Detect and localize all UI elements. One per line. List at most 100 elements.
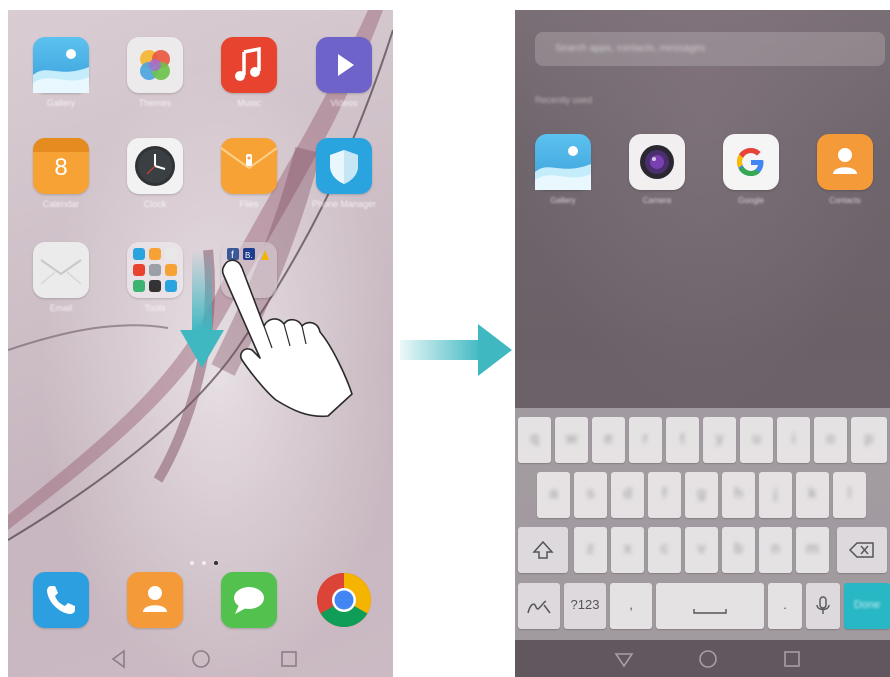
space-key[interactable] [656, 583, 764, 629]
app-label: Music [237, 98, 261, 108]
app-label: Google [738, 196, 764, 205]
key-f[interactable]: f [648, 472, 681, 518]
app-videos[interactable]: Videos [304, 37, 384, 108]
home-icon[interactable] [190, 648, 212, 670]
key-e[interactable]: e [592, 417, 625, 463]
app-label: Calendar [42, 199, 80, 209]
key-j[interactable]: j [759, 472, 792, 518]
recents-icon[interactable] [781, 648, 803, 670]
envelope-icon [33, 242, 89, 298]
key-c[interactable]: c [648, 527, 681, 573]
key-a[interactable]: a [537, 472, 570, 518]
calendar-icon: 8 [33, 138, 89, 194]
app-music[interactable]: Music [209, 37, 289, 108]
app-label: Contacts [829, 196, 861, 205]
app-clock[interactable]: Clock [115, 138, 195, 209]
calendar-header [33, 138, 89, 152]
calendar-date: 8 [54, 154, 68, 181]
key-label: o [826, 430, 835, 447]
handwriting-key[interactable] [518, 583, 560, 629]
swipe-down-gesture [180, 250, 353, 418]
shift-key[interactable] [518, 527, 568, 573]
recent-app-google[interactable]: Google [711, 134, 791, 205]
app-label: Gallery [550, 196, 576, 205]
key-b[interactable]: b [722, 527, 755, 573]
folder-icon [220, 138, 278, 194]
key-z[interactable]: z [574, 527, 607, 573]
key-n[interactable]: n [759, 527, 792, 573]
key-r[interactable]: r [629, 417, 662, 463]
key-h[interactable]: h [722, 472, 755, 518]
key-x[interactable]: x [611, 527, 644, 573]
app-themes[interactable]: Themes [115, 37, 195, 108]
key-w[interactable]: w [555, 417, 588, 463]
music-note-icon [221, 37, 277, 93]
gallery-icon [33, 37, 89, 93]
key-i[interactable]: i [777, 417, 810, 463]
key-label: e [604, 430, 613, 447]
page-dot[interactable] [190, 561, 194, 565]
key-v[interactable]: v [685, 527, 718, 573]
contact-person-icon [817, 134, 873, 190]
key-label: t [680, 430, 685, 447]
key-g[interactable]: g [685, 472, 718, 518]
app-files[interactable]: Files [209, 138, 289, 209]
search-placeholder: Search apps, contacts, messages [555, 43, 706, 54]
search-screen: Search apps, contacts, messages Recently… [515, 10, 890, 677]
symbols-key[interactable]: ?123 [564, 583, 606, 629]
comma-label: , [629, 597, 633, 612]
app-label: Videos [330, 98, 358, 108]
navigation-bar [8, 640, 393, 677]
voice-input-key[interactable] [806, 583, 840, 629]
app-phone-manager[interactable]: Phone Manager [304, 138, 384, 209]
key-label: b [734, 540, 743, 557]
dock-messages[interactable] [209, 572, 289, 628]
phone-icon [33, 572, 89, 628]
keyboard-hide-icon[interactable] [613, 648, 635, 670]
app-email[interactable]: Email [21, 242, 101, 313]
key-q[interactable]: q [518, 417, 551, 463]
key-u[interactable]: u [740, 417, 773, 463]
backspace-key[interactable] [837, 527, 887, 573]
key-label: p [864, 430, 874, 447]
home-icon[interactable] [697, 648, 719, 670]
key-label: v [697, 540, 706, 557]
key-t[interactable]: t [666, 417, 699, 463]
key-label: l [847, 485, 852, 502]
key-m[interactable]: m [796, 527, 829, 573]
app-label: Email [49, 303, 73, 313]
dock-contacts[interactable] [115, 572, 195, 628]
dock-phone[interactable] [21, 572, 101, 628]
chat-bubble-icon [221, 572, 277, 628]
app-calendar[interactable]: 8 Calendar [21, 138, 101, 209]
app-label: Camera [642, 196, 672, 205]
comma-key[interactable]: , [610, 583, 652, 629]
recent-app-contacts[interactable]: Contacts [805, 134, 885, 205]
app-gallery[interactable]: Gallery [21, 37, 101, 108]
key-p[interactable]: p [851, 417, 887, 463]
camera-lens-icon [629, 134, 685, 190]
key-label: z [586, 540, 595, 557]
dock-chrome[interactable] [304, 572, 384, 628]
app-label: Gallery [46, 98, 76, 108]
search-input[interactable]: Search apps, contacts, messages [535, 32, 885, 66]
key-s[interactable]: s [574, 472, 607, 518]
key-y[interactable]: y [703, 417, 736, 463]
key-l[interactable]: l [833, 472, 866, 518]
page-dot[interactable] [202, 561, 206, 565]
period-key[interactable]: . [768, 583, 802, 629]
backspace-icon [848, 542, 874, 558]
key-label: f [662, 485, 667, 502]
recents-icon[interactable] [278, 648, 300, 670]
key-k[interactable]: k [796, 472, 829, 518]
recent-app-camera[interactable]: Camera [617, 134, 697, 205]
key-d[interactable]: d [611, 472, 644, 518]
back-icon[interactable] [108, 648, 130, 670]
key-o[interactable]: o [814, 417, 847, 463]
chrome-icon [316, 572, 372, 628]
page-dot-active[interactable] [214, 561, 218, 565]
play-icon [316, 37, 372, 93]
recent-app-gallery[interactable]: Gallery [523, 134, 603, 205]
key-label: k [808, 485, 817, 502]
done-key[interactable]: Done [844, 583, 890, 629]
